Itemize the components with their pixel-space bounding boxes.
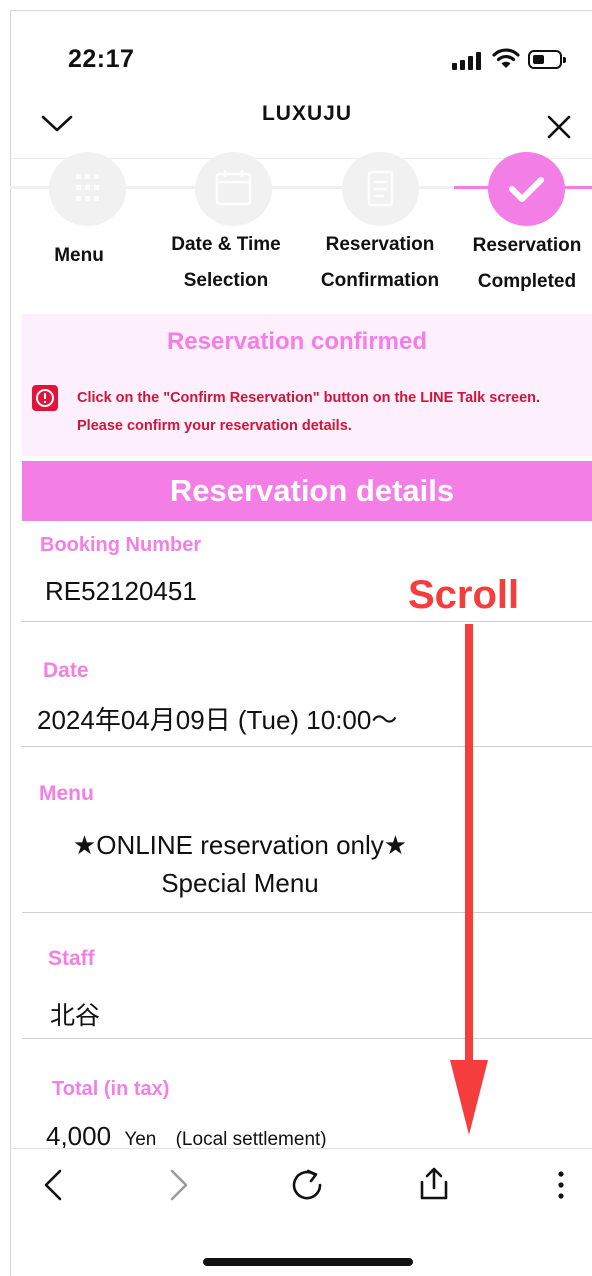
scroll-down-arrow-icon <box>450 624 488 1135</box>
confirmation-notice: Reservation confirmed Click on the "Conf… <box>22 314 592 456</box>
step-menu-circle <box>49 152 126 226</box>
staff-label: Staff <box>48 947 95 970</box>
more-options-icon[interactable] <box>554 1168 568 1202</box>
forward-icon[interactable] <box>168 1168 190 1202</box>
home-indicator[interactable] <box>203 1258 413 1266</box>
scroll-annotation-label: Scroll <box>408 573 520 617</box>
calendar-icon <box>215 170 252 206</box>
divider <box>22 746 592 747</box>
step-label-menu: Menu <box>54 245 104 266</box>
checkmark-icon <box>509 177 544 202</box>
back-icon[interactable] <box>42 1168 64 1202</box>
wifi-icon <box>492 48 520 68</box>
reload-icon[interactable] <box>290 1168 324 1202</box>
page-title: LUXUJU <box>261 102 352 125</box>
divider <box>22 912 592 913</box>
alert-icon <box>32 385 58 411</box>
total-amount: 4,000 <box>46 1121 112 1151</box>
step-date-circle <box>195 152 272 226</box>
divider <box>22 621 592 622</box>
date-value: 2024年04月09日 (Tue) 10:00～ <box>37 705 398 735</box>
step-confirm-circle <box>342 152 419 226</box>
grid-icon <box>76 174 99 201</box>
step-label-completed: Reservation Completed <box>472 235 582 292</box>
menu-value: ★ONLINE reservation only★ Special Menu <box>72 830 408 898</box>
close-icon[interactable] <box>546 114 572 140</box>
total-currency: Yen <box>124 1129 157 1150</box>
toolbar-divider <box>10 1148 592 1149</box>
cellular-signal-icon <box>452 52 484 70</box>
booking-number-label: Booking Number <box>40 534 202 556</box>
clipboard-icon <box>367 170 394 207</box>
status-time: 22:17 <box>68 45 135 73</box>
booking-number-value: RE52120451 <box>45 576 197 606</box>
total-label: Total (in tax) <box>52 1078 170 1100</box>
staff-value: 北谷 <box>50 1002 101 1030</box>
notice-message: Click on the "Confirm Reservation" butto… <box>77 390 541 434</box>
step-label-date-time: Date & Time Selection <box>171 234 281 291</box>
date-label: Date <box>43 659 89 682</box>
total-note: (Local settlement) <box>175 1129 327 1150</box>
notice-title: Reservation confirmed <box>166 328 428 355</box>
battery-icon <box>528 50 566 69</box>
step-label-confirmation: Reservation Confirmation <box>320 234 440 291</box>
details-heading: Reservation details <box>22 461 592 521</box>
share-icon[interactable] <box>418 1166 450 1202</box>
step-completed-circle <box>488 152 565 226</box>
divider <box>22 1038 592 1039</box>
menu-label: Menu <box>39 782 94 805</box>
